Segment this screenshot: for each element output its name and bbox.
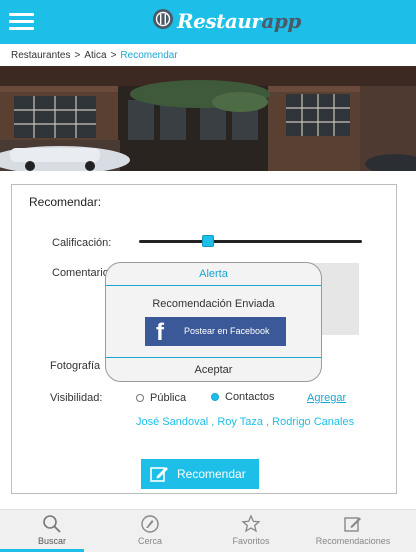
visibility-label: Visibilidad: — [50, 392, 103, 404]
tab-buscar[interactable]: Buscar — [0, 510, 104, 552]
star-icon — [241, 514, 261, 533]
accept-button[interactable]: Aceptar — [106, 364, 321, 376]
facebook-post-button[interactable]: f Postear en Facebook — [145, 317, 286, 346]
tab-favoritos[interactable]: Favoritos — [199, 510, 303, 552]
radio-publica[interactable] — [136, 394, 144, 402]
alert-dialog: Alerta Recomendación Enviada f Postear e… — [105, 262, 322, 382]
radio-contactos[interactable] — [211, 393, 219, 401]
tab-recomendaciones[interactable]: Recomendaciones — [301, 510, 405, 552]
rating-slider[interactable] — [139, 235, 362, 249]
breadcrumb: Restaurantes > Atica > Recomendar — [11, 50, 178, 61]
search-icon — [43, 515, 61, 533]
alert-divider — [106, 357, 321, 358]
comment-label: Comentario — [52, 267, 109, 279]
photo-label: Fotografía — [50, 360, 101, 372]
alert-message: Recomendación Enviada — [152, 298, 275, 310]
bottom-tab-bar: Buscar Cerca Favoritos Recomendaciones — [0, 509, 416, 552]
breadcrumb-separator: > — [74, 50, 81, 61]
breadcrumb-atica[interactable]: Atica — [84, 50, 106, 61]
tab-favoritos-label: Favoritos — [232, 536, 270, 546]
rating-label: Calificación: — [52, 237, 112, 249]
alert-title: Alerta — [199, 268, 228, 280]
visibility-option-contactos[interactable]: Contactos — [211, 391, 275, 403]
restaurant-photo — [0, 66, 416, 171]
alert-divider — [106, 285, 321, 286]
compass-icon — [141, 515, 159, 533]
slider-track — [139, 240, 362, 243]
plate-icon — [153, 9, 173, 29]
form-title: Recomendar: — [29, 195, 102, 209]
breadcrumb-separator: > — [110, 50, 117, 61]
recommend-button[interactable]: Recomendar — [141, 459, 259, 489]
tab-cerca[interactable]: Cerca — [98, 510, 202, 552]
slider-thumb[interactable] — [202, 235, 215, 247]
tab-recomendaciones-label: Recomendaciones — [315, 536, 391, 546]
add-contact-link[interactable]: Agregar — [307, 392, 346, 404]
app-header: Restaurapp — [0, 0, 416, 44]
menu-icon[interactable] — [9, 11, 35, 31]
radio-publica-label: Pública — [150, 392, 187, 404]
visibility-option-publica[interactable]: Pública — [136, 392, 186, 404]
radio-contactos-label: Contactos — [225, 391, 275, 403]
tab-cerca-label: Cerca — [137, 536, 162, 546]
edit-icon — [150, 467, 168, 482]
facebook-post-label: Postear en Facebook — [184, 326, 270, 336]
breadcrumb-current: Recomendar — [120, 50, 178, 61]
edit-icon — [344, 517, 361, 532]
selected-contacts: José Sandoval , Roy Taza , Rodrigo Canal… — [136, 416, 355, 428]
breadcrumb-restaurantes[interactable]: Restaurantes — [11, 50, 70, 61]
tab-buscar-label: Buscar — [37, 536, 66, 546]
recommend-button-label: Recomendar — [177, 467, 246, 481]
facebook-icon: f — [156, 319, 164, 346]
